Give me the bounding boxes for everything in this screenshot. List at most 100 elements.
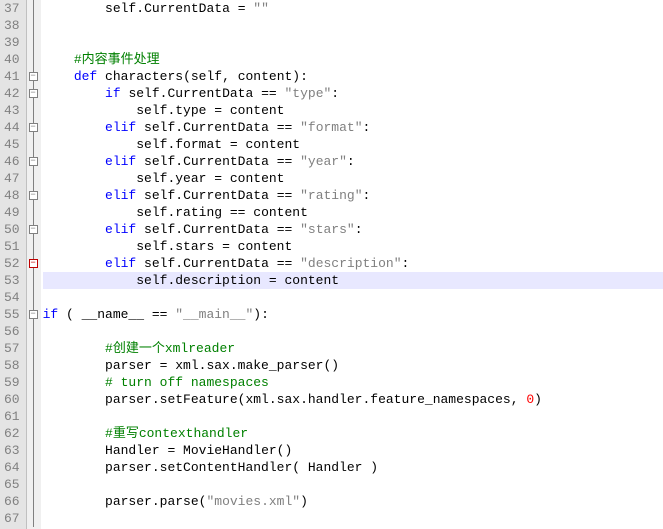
fold-cell	[27, 289, 41, 306]
code-line[interactable]: parser = xml.sax.make_parser()	[43, 357, 663, 374]
line-number-gutter: 3738394041424344454647484950515253545556…	[0, 0, 27, 529]
code-line[interactable]: parser.setContentHandler( Handler )	[43, 459, 663, 476]
fold-cell[interactable]: −	[27, 221, 41, 238]
code-line[interactable]	[43, 476, 663, 493]
fold-toggle-icon[interactable]: −	[29, 89, 38, 98]
code-line[interactable]	[43, 408, 663, 425]
fold-cell	[27, 323, 41, 340]
code-line[interactable]: #创建一个xmlreader	[43, 340, 663, 357]
code-line[interactable]	[43, 323, 663, 340]
token-op: = content	[269, 273, 339, 288]
fold-toggle-icon[interactable]: −	[29, 157, 38, 166]
token-op: ( __name__	[66, 307, 152, 322]
code-line[interactable]: elif self.CurrentData == "stars":	[43, 221, 663, 238]
line-number: 66	[4, 493, 20, 510]
fold-cell[interactable]: −	[27, 85, 41, 102]
line-number: 51	[4, 238, 20, 255]
fold-toggle-icon[interactable]: −	[29, 259, 38, 268]
code-line[interactable]: self.format = content	[43, 136, 663, 153]
line-number: 57	[4, 340, 20, 357]
code-line[interactable]: Handler = MovieHandler()	[43, 442, 663, 459]
code-line[interactable]: def characters(self, content):	[43, 68, 663, 85]
fold-cell[interactable]: −	[27, 187, 41, 204]
token-op: )	[534, 392, 542, 407]
token-op: .year	[167, 171, 214, 186]
code-line[interactable]: #重写contexthandler	[43, 425, 663, 442]
token-op: .description	[167, 273, 268, 288]
code-line[interactable]	[43, 34, 663, 51]
token-com: # turn off namespaces	[105, 375, 269, 390]
line-number: 60	[4, 391, 20, 408]
line-number: 42	[4, 85, 20, 102]
token-kw: def	[74, 69, 105, 84]
code-line[interactable]: parser.parse("movies.xml")	[43, 493, 663, 510]
line-number: 65	[4, 476, 20, 493]
fold-toggle-icon[interactable]: −	[29, 72, 38, 81]
fold-cell	[27, 459, 41, 476]
token-id: parser.parse	[105, 494, 199, 509]
code-line[interactable]: if self.CurrentData == "type":	[43, 85, 663, 102]
code-line[interactable]: elif self.CurrentData == "rating":	[43, 187, 663, 204]
token-kw: if	[43, 307, 66, 322]
fold-gutter[interactable]: − − − − − − − −	[27, 0, 41, 529]
code-line[interactable]: self.stars = content	[43, 238, 663, 255]
code-line[interactable]: self.description = content	[43, 272, 663, 289]
code-line[interactable]: #内容事件处理	[43, 51, 663, 68]
code-line[interactable]: elif self.CurrentData == "description":	[43, 255, 663, 272]
token-str: "type"	[284, 86, 331, 101]
code-line[interactable]	[43, 17, 663, 34]
fold-toggle-icon[interactable]: −	[29, 123, 38, 132]
fold-toggle-icon[interactable]: −	[29, 191, 38, 200]
code-line[interactable]: elif self.CurrentData == "year":	[43, 153, 663, 170]
code-line[interactable]: parser.setFeature(xml.sax.handler.featur…	[43, 391, 663, 408]
token-op: .	[136, 1, 144, 16]
code-line[interactable]	[43, 289, 663, 306]
fold-cell[interactable]: −	[27, 153, 41, 170]
token-self: self	[144, 120, 175, 135]
token-op: :	[355, 222, 363, 237]
fold-cell	[27, 51, 41, 68]
code-line[interactable]: if ( __name__ == "__main__"):	[43, 306, 663, 323]
token-fn: characters	[105, 69, 183, 84]
token-op: .CurrentData	[175, 154, 276, 169]
code-line[interactable]: self.CurrentData = ""	[43, 0, 663, 17]
fold-cell	[27, 493, 41, 510]
fold-cell	[27, 476, 41, 493]
fold-toggle-icon[interactable]: −	[29, 225, 38, 234]
token-self: self	[136, 103, 167, 118]
code-line[interactable]: # turn off namespaces	[43, 374, 663, 391]
token-str: "year"	[300, 154, 347, 169]
fold-cell	[27, 102, 41, 119]
fold-cell[interactable]: −	[27, 119, 41, 136]
line-number: 37	[4, 0, 20, 17]
fold-toggle-icon[interactable]: −	[29, 310, 38, 319]
fold-cell	[27, 17, 41, 34]
token-self: self	[105, 1, 136, 16]
code-area[interactable]: self.CurrentData = "" #内容事件处理 def charac…	[41, 0, 663, 529]
token-op: :	[331, 86, 339, 101]
fold-cell[interactable]: −	[27, 68, 41, 85]
fold-cell	[27, 170, 41, 187]
token-com: #内容事件处理	[74, 52, 160, 67]
fold-cell	[27, 136, 41, 153]
token-op: .CurrentData	[175, 120, 276, 135]
token-op: .format	[167, 137, 229, 152]
code-line[interactable]: self.year = content	[43, 170, 663, 187]
line-number: 41	[4, 68, 20, 85]
code-line[interactable]: self.rating == content	[43, 204, 663, 221]
token-op: :	[363, 188, 371, 203]
token-op: ==	[261, 86, 284, 101]
code-line[interactable]: elif self.CurrentData == "format":	[43, 119, 663, 136]
line-number: 40	[4, 51, 20, 68]
token-op: (xml.sax.handler.feature_namespaces,	[238, 392, 527, 407]
code-line[interactable]: self.type = content	[43, 102, 663, 119]
fold-cell[interactable]: −	[27, 255, 41, 272]
code-editor[interactable]: 3738394041424344454647484950515253545556…	[0, 0, 663, 529]
token-kw: elif	[105, 222, 144, 237]
fold-cell[interactable]: −	[27, 306, 41, 323]
token-com: #创建一个xmlreader	[105, 341, 235, 356]
token-str: ""	[253, 1, 269, 16]
token-str: "rating"	[300, 188, 362, 203]
code-line[interactable]	[43, 510, 663, 527]
token-self: self	[136, 137, 167, 152]
